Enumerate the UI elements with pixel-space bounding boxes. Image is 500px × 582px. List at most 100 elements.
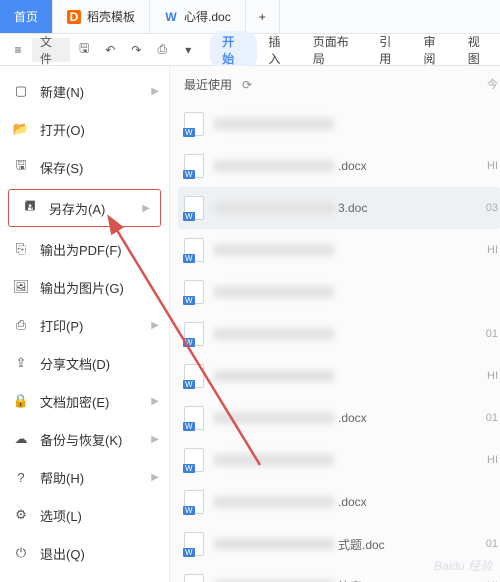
file-name (214, 454, 334, 466)
file-meta: HI (487, 454, 498, 466)
recent-file-row[interactable]: 01 (184, 313, 500, 355)
recent-file-row[interactable]: HI (184, 439, 500, 481)
file-menu-button[interactable]: 文件 (32, 38, 70, 62)
menu-new-label: 新建(N) (40, 82, 84, 101)
menu-help[interactable]: ? 帮助(H) ▶ (0, 458, 169, 496)
recent-file-list: .docxHI3.doc03HI01HI.docx01HI.docx式题.doc… (184, 103, 500, 582)
word-file-icon (184, 112, 204, 136)
chevron-right-icon: ▶ (151, 396, 159, 407)
file-name: .docx (214, 411, 367, 425)
file-name: 答案.docx (214, 578, 391, 582)
ribbon-start[interactable]: 开始 (210, 31, 256, 69)
recent-file-row[interactable]: .docx (184, 481, 500, 523)
tab-templates[interactable]: D 稻壳模板 (53, 0, 150, 33)
backup-icon: ☁ (12, 430, 30, 448)
ribbon-page-layout[interactable]: 页面布局 (303, 33, 367, 67)
file-ext: 式题.doc (338, 536, 385, 553)
menu-backup[interactable]: ☁ 备份与恢复(K) ▶ (0, 420, 169, 458)
menu-open-label: 打开(O) (40, 120, 85, 139)
save-icon: 🖫 (12, 158, 30, 176)
recent-files-pane: 最近使用 ⟳ .docxHI3.doc03HI01HI.docx01HI.doc… (170, 66, 500, 582)
ribbon-review[interactable]: 审阅 (413, 33, 455, 67)
menu-save[interactable]: 🖫 保存(S) (0, 148, 169, 186)
new-icon: ▢ (12, 82, 30, 100)
file-ext: .docx (338, 411, 367, 425)
print-button[interactable]: ⎙ (150, 38, 174, 62)
word-file-icon (184, 196, 204, 220)
recent-file-row[interactable]: 3.doc03 (178, 187, 500, 229)
print-icon: ⎙ (12, 316, 30, 334)
menu-options-label: 选项(L) (40, 506, 82, 525)
undo-button[interactable]: ↶ (98, 38, 122, 62)
blurred-text (214, 202, 334, 214)
recent-file-row[interactable]: HI (184, 355, 500, 397)
blurred-text (214, 370, 334, 382)
help-icon: ? (12, 468, 30, 486)
blurred-text (214, 286, 334, 298)
preview-button[interactable]: ▾ (176, 38, 200, 62)
menu-export-image[interactable]: 🖼 输出为图片(G) (0, 268, 169, 306)
redo-button[interactable]: ↷ (124, 38, 148, 62)
word-file-icon (184, 574, 204, 582)
tab-new-button[interactable]: + (246, 0, 280, 33)
file-meta: HI (487, 370, 498, 382)
exit-icon: ⏻ (12, 544, 30, 562)
tab-home[interactable]: 首页 (0, 0, 53, 33)
recent-file-row[interactable] (184, 103, 500, 145)
file-name: .docx (214, 495, 367, 509)
file-meta: 03 (486, 202, 498, 214)
menu-exit[interactable]: ⏻ 退出(Q) (0, 534, 169, 572)
blurred-text (214, 538, 334, 550)
menu-print[interactable]: ⎙ 打印(P) ▶ (0, 306, 169, 344)
tab-document[interactable]: W 心得.doc (150, 0, 246, 33)
recent-file-row[interactable] (184, 271, 500, 313)
blurred-text (214, 118, 334, 130)
word-doc-icon: W (164, 10, 178, 24)
save-as-icon: 🖪 (21, 199, 39, 217)
word-file-icon (184, 238, 204, 262)
ribbon-view[interactable]: 视图 (458, 33, 500, 67)
recent-header: 最近使用 ⟳ (184, 76, 500, 93)
print-icon: ⎙ (157, 42, 167, 57)
menu-export-image-label: 输出为图片(G) (40, 278, 124, 297)
word-file-icon (184, 322, 204, 346)
recent-header-label: 最近使用 (184, 76, 232, 93)
ribbon-reference[interactable]: 引用 (369, 33, 411, 67)
date-group-label: 今 (487, 76, 498, 92)
recent-file-row[interactable]: .docx01 (184, 397, 500, 439)
blurred-text (214, 244, 334, 256)
chevron-right-icon: ▶ (151, 472, 159, 483)
preview-icon: ▾ (185, 43, 191, 57)
lock-icon: 🔒 (12, 392, 30, 410)
file-name (214, 118, 334, 130)
file-ext: 答案.docx (338, 578, 391, 582)
menu-encrypt[interactable]: 🔒 文档加密(E) ▶ (0, 382, 169, 420)
file-name (214, 328, 334, 340)
menu-open[interactable]: 📂 打开(O) (0, 110, 169, 148)
hamburger-icon: ≡ (14, 43, 21, 57)
menu-export-pdf-label: 输出为PDF(F) (40, 240, 122, 259)
file-name: .docx (214, 159, 367, 173)
file-meta: HI (487, 160, 498, 172)
undo-icon: ↶ (105, 43, 115, 57)
menu-toggle-button[interactable]: ≡ (6, 38, 30, 62)
blurred-text (214, 412, 334, 424)
menu-new[interactable]: ▢ 新建(N) ▶ (0, 72, 169, 110)
menu-share[interactable]: ⇪ 分享文档(D) (0, 344, 169, 382)
file-meta: HI (487, 244, 498, 256)
save-button[interactable]: 🖫 (72, 38, 96, 62)
menu-options[interactable]: ⚙ 选项(L) (0, 496, 169, 534)
word-file-icon (184, 532, 204, 556)
recent-file-row[interactable]: .docx HI (184, 145, 500, 187)
tab-templates-label: 稻壳模板 (87, 8, 135, 25)
recent-file-row[interactable]: HI (184, 229, 500, 271)
menu-export-pdf[interactable]: ⎘ 输出为PDF(F) (0, 230, 169, 268)
refresh-icon[interactable]: ⟳ (242, 78, 252, 92)
menu-save-as[interactable]: 🖪 另存为(A) ▶ (8, 189, 161, 227)
template-icon: D (67, 10, 81, 24)
menu-backup-label: 备份与恢复(K) (40, 430, 122, 449)
image-icon: 🖼 (12, 278, 30, 296)
watermark: Baidu 经验 (434, 557, 492, 574)
ribbon-insert[interactable]: 插入 (259, 33, 301, 67)
word-file-icon (184, 364, 204, 388)
